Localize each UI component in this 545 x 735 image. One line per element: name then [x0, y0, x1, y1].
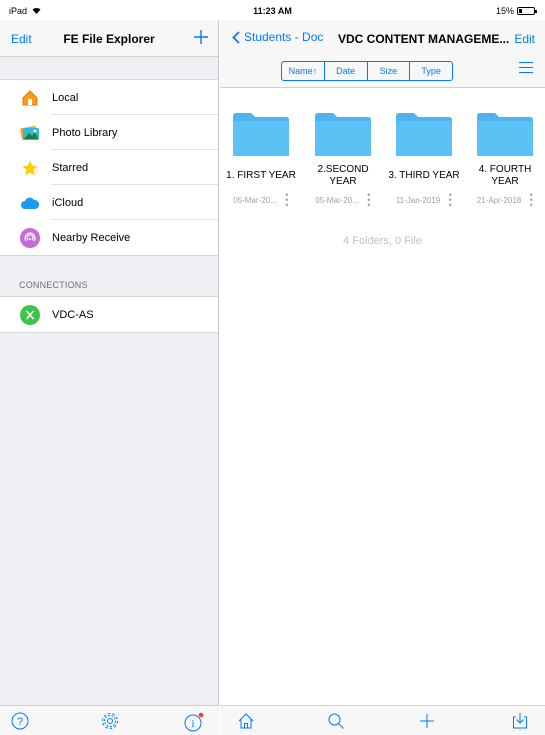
more-options-icon[interactable]: • • •	[367, 191, 371, 210]
folder-item[interactable]: 3. THIRD YEAR 11-Jan-2019 • • •	[384, 112, 464, 210]
more-options-icon[interactable]: • • •	[285, 191, 289, 210]
folder-date: 21-Apr-2018	[476, 196, 522, 205]
folder-item[interactable]: 4. FOURTH YEAR 21-Apr-2018 • • •	[465, 112, 545, 210]
photo-library-icon	[20, 123, 40, 143]
settings-gear-icon[interactable]	[101, 712, 119, 735]
more-options-icon[interactable]: • • •	[529, 191, 533, 210]
folder-meta: 11-Jan-2019 • • •	[384, 191, 464, 210]
more-options-icon[interactable]: • • •	[448, 191, 452, 210]
folder-name: 1. FIRST YEAR	[226, 170, 296, 181]
battery-percent: 15%	[495, 6, 514, 16]
sidebar-item-starred[interactable]: Starred	[0, 150, 218, 185]
sidebar-item-label: VDC-AS	[52, 308, 94, 321]
sort-bar: Name↑ Date Size Type	[220, 57, 545, 88]
folder-date: 05-Mar-20...	[233, 196, 277, 205]
sidebar-item-icloud[interactable]: iCloud	[0, 185, 218, 220]
nearby-receive-icon	[20, 227, 40, 248]
connections-header: CONNECTIONS	[19, 280, 88, 290]
connections-list: VDC-AS	[0, 296, 218, 333]
back-label: Students - Doc	[244, 30, 324, 44]
folder-title: VDC CONTENT MANAGEME...	[338, 32, 510, 46]
svg-text:?: ?	[17, 716, 23, 728]
folder-date: 05-Mar-20...	[315, 196, 359, 205]
help-icon[interactable]: ?	[11, 712, 29, 735]
clock: 11:23 AM	[253, 6, 292, 16]
folder-icon	[477, 113, 533, 156]
folder-icon	[396, 113, 452, 156]
folder-icon	[233, 113, 289, 156]
add-button[interactable]	[194, 24, 208, 50]
list-view-icon[interactable]	[519, 62, 533, 76]
sidebar-item-vdc-as[interactable]: VDC-AS	[0, 297, 218, 332]
house-icon	[20, 88, 40, 108]
main-toolbar	[220, 705, 545, 735]
cloud-icon	[20, 193, 40, 213]
sort-name-button[interactable]: Name↑	[282, 62, 325, 80]
folder-item[interactable]: 1. FIRST YEAR 05-Mar-20... • • •	[221, 112, 301, 210]
sidebar-item-nearby-receive[interactable]: Nearby Receive	[0, 220, 218, 255]
main-pane: Students - Doc VDC CONTENT MANAGEME... E…	[220, 20, 545, 735]
sort-date-button[interactable]: Date	[325, 62, 368, 80]
sidebar-item-photo-library[interactable]: Photo Library	[0, 115, 218, 150]
sidebar-item-label: iCloud	[52, 196, 84, 209]
item-count-summary: 4 Folders, 0 File	[343, 235, 422, 247]
folder-icon	[315, 113, 371, 156]
star-icon	[20, 158, 40, 178]
folder-item[interactable]: 2.SECOND YEAR 05-Mar-20... • • •	[303, 112, 383, 210]
sidebar-header: Edit FE File Explorer	[0, 20, 218, 57]
home-icon[interactable]	[237, 712, 255, 735]
battery-status: 15%	[495, 6, 537, 16]
sidebar-item-local[interactable]: Local	[0, 80, 218, 115]
sort-type-button[interactable]: Type	[410, 62, 452, 80]
locations-list: Local Photo Library Starred iCloud Nearb…	[0, 79, 218, 256]
plus-icon	[194, 30, 208, 44]
back-button[interactable]: Students - Doc	[232, 30, 323, 44]
import-download-icon[interactable]	[511, 712, 529, 735]
sidebar: Edit FE File Explorer Local Photo Librar…	[0, 20, 219, 735]
folder-name: 4. FOURTH YEAR	[478, 164, 532, 187]
folder-name: 2.SECOND YEAR	[317, 164, 369, 187]
folder-meta: 05-Mar-20... • • •	[221, 191, 301, 210]
search-icon[interactable]	[327, 712, 345, 735]
folder-grid: 1. FIRST YEAR 05-Mar-20... • • • 2.SECOND …	[220, 88, 545, 228]
sidebar-item-label: Local	[52, 91, 79, 104]
battery-icon	[517, 7, 537, 15]
folder-name: 3. THIRD YEAR	[388, 170, 460, 181]
sidebar-item-label: Nearby Receive	[52, 231, 131, 244]
status-bar: iPad 11:23 AM 15%	[0, 0, 545, 20]
chevron-left-icon	[232, 30, 240, 44]
svg-text:i: i	[191, 718, 194, 730]
sort-size-button[interactable]: Size	[368, 62, 411, 80]
sidebar-item-label: Starred	[52, 161, 89, 174]
sort-segmented-control: Name↑ Date Size Type	[281, 61, 453, 81]
info-icon[interactable]: i	[184, 712, 206, 735]
folder-meta: 05-Mar-20... • • •	[303, 191, 383, 210]
folder-meta: 21-Apr-2018 • • •	[465, 191, 545, 210]
sidebar-toolbar: ? i	[0, 705, 219, 735]
navigation-bar: Students - Doc VDC CONTENT MANAGEME... E…	[220, 20, 545, 57]
connection-x-icon	[20, 304, 40, 325]
new-item-plus-icon[interactable]	[418, 712, 436, 735]
main-edit-button[interactable]: Edit	[514, 32, 535, 46]
sidebar-item-label: Photo Library	[52, 126, 118, 139]
folder-date: 11-Jan-2019	[395, 196, 441, 205]
app-title: FE File Explorer	[63, 32, 155, 46]
